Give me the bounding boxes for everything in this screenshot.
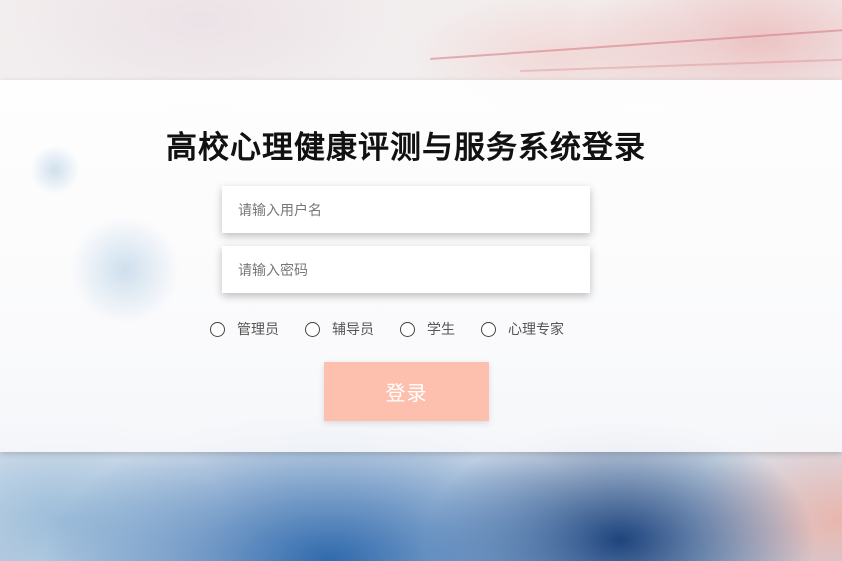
password-input[interactable]: 请输入密码: [222, 246, 590, 293]
role-option-student[interactable]: 学生: [400, 319, 455, 339]
role-label: 辅导员: [332, 322, 374, 338]
role-label: 心理专家: [508, 322, 564, 338]
background-streak: [519, 58, 842, 72]
radio-icon[interactable]: [210, 321, 225, 337]
role-selector: 管理员 辅导员 学生 心理专家: [210, 318, 564, 340]
role-option-counselor[interactable]: 辅导员: [305, 319, 374, 339]
role-label: 管理员: [237, 322, 279, 338]
role-label: 学生: [427, 322, 455, 338]
username-input[interactable]: 请输入用户名: [222, 186, 590, 233]
page-title: 高校心理健康评测与服务系统登录: [166, 130, 646, 166]
background-blob: [70, 215, 180, 325]
radio-icon[interactable]: [481, 321, 496, 337]
username-placeholder: 请输入用户名: [238, 202, 322, 219]
password-placeholder: 请输入密码: [238, 262, 308, 279]
login-button[interactable]: 登录: [324, 362, 489, 421]
role-option-expert[interactable]: 心理专家: [481, 319, 564, 339]
radio-icon[interactable]: [305, 321, 320, 337]
role-option-admin[interactable]: 管理员: [210, 319, 279, 339]
background-streak: [429, 28, 842, 60]
radio-icon[interactable]: [400, 321, 415, 337]
